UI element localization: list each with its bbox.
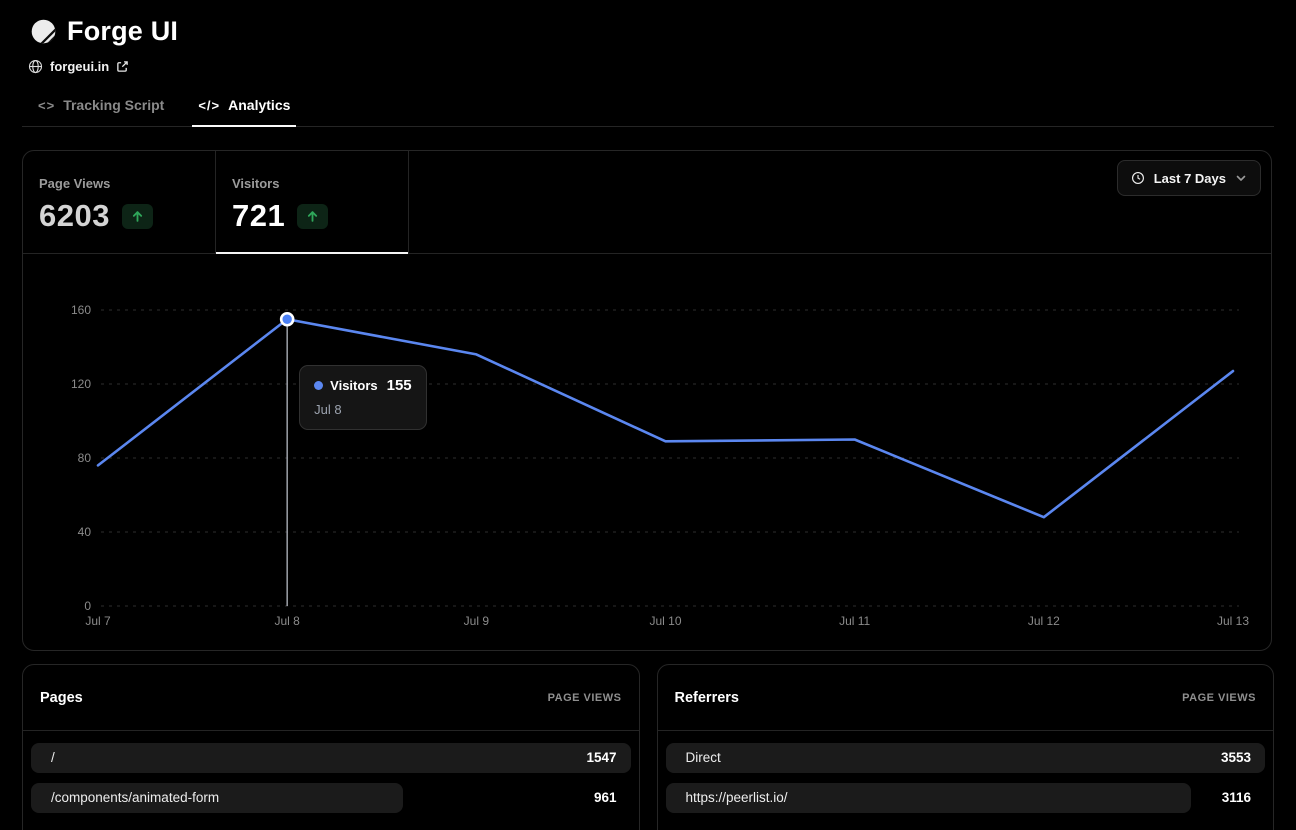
row-label: Direct bbox=[686, 743, 721, 773]
tab-bar: <> Tracking Script </> Analytics bbox=[22, 97, 1274, 127]
row-value: 1547 bbox=[586, 743, 616, 773]
row-value: 3116 bbox=[1222, 783, 1251, 813]
row-bar bbox=[666, 743, 1266, 773]
pages-card-header: Pages PAGE VIEWS bbox=[23, 665, 639, 731]
svg-text:Jul 9: Jul 9 bbox=[464, 614, 490, 628]
svg-text:160: 160 bbox=[71, 303, 91, 317]
trend-up-badge bbox=[122, 204, 153, 229]
table-row: / 1547 bbox=[31, 743, 631, 773]
website-name: forgeui.in bbox=[50, 59, 109, 74]
pages-list: / 1547/components/animated-form 961 bbox=[23, 731, 639, 813]
forge-ui-logo-icon bbox=[30, 18, 57, 45]
svg-text:Jul 7: Jul 7 bbox=[85, 614, 111, 628]
table-row: Direct 3553 bbox=[666, 743, 1266, 773]
svg-text:Jul 10: Jul 10 bbox=[649, 614, 681, 628]
stats-header: Page Views 6203 Visitors 721 bbox=[23, 151, 1271, 254]
column-header: PAGE VIEWS bbox=[1182, 692, 1256, 704]
row-label: /components/animated-form bbox=[51, 783, 219, 813]
date-range-dropdown[interactable]: Last 7 Days bbox=[1117, 160, 1261, 196]
tab-label: Tracking Script bbox=[63, 97, 164, 113]
tab-tracking-script[interactable]: <> Tracking Script bbox=[38, 97, 164, 126]
row-bar bbox=[31, 743, 631, 773]
website-link[interactable]: forgeui.in bbox=[22, 57, 1274, 75]
date-range-label: Last 7 Days bbox=[1154, 171, 1226, 186]
tab-analytics[interactable]: </> Analytics bbox=[198, 97, 290, 126]
chart-canvas[interactable]: 0 40 80 120 160 Jul 7 Jul 8 Jul 9 Jul 10 Jul 11 Ju… bbox=[23, 254, 1271, 651]
column-header: PAGE VIEWS bbox=[548, 692, 622, 704]
svg-text:80: 80 bbox=[78, 451, 92, 465]
stat-visitors[interactable]: Visitors 721 bbox=[216, 151, 409, 253]
svg-text:Jul 11: Jul 11 bbox=[839, 614, 870, 628]
trend-up-badge bbox=[297, 204, 328, 229]
globe-icon bbox=[28, 59, 43, 74]
stat-label: Page Views bbox=[39, 176, 199, 191]
pages-card: Pages PAGE VIEWS / 1547/components/animat… bbox=[22, 664, 640, 830]
analytics-card: Page Views 6203 Visitors 721 bbox=[22, 150, 1272, 651]
page-title: Forge UI bbox=[67, 16, 178, 47]
code-icon: <> bbox=[38, 98, 55, 113]
referrers-card-header: Referrers PAGE VIEWS bbox=[658, 665, 1274, 731]
card-title: Pages bbox=[40, 690, 83, 706]
row-value: 3553 bbox=[1221, 743, 1251, 773]
table-row: /components/animated-form 961 bbox=[31, 783, 631, 813]
svg-text:0: 0 bbox=[84, 599, 91, 613]
stat-label: Visitors bbox=[232, 176, 392, 191]
stat-value: 721 bbox=[232, 198, 285, 234]
row-value: 961 bbox=[594, 783, 617, 813]
clock-icon bbox=[1131, 171, 1145, 185]
arrow-up-icon bbox=[131, 210, 144, 223]
arrow-up-icon bbox=[306, 210, 319, 223]
svg-text:Jul 13: Jul 13 bbox=[1217, 614, 1249, 628]
chevron-down-icon bbox=[1235, 172, 1247, 184]
tab-label: Analytics bbox=[228, 97, 290, 113]
row-label: https://peerlist.io/ bbox=[686, 783, 788, 813]
card-title: Referrers bbox=[675, 690, 740, 706]
stat-page-views[interactable]: Page Views 6203 bbox=[23, 151, 216, 253]
svg-text:Jul 8: Jul 8 bbox=[274, 614, 300, 628]
referrers-list: Direct 3553 https://peerlist.io/3116 bbox=[658, 731, 1274, 813]
app-header: Forge UI bbox=[22, 12, 1274, 50]
external-link-icon bbox=[116, 60, 129, 73]
analytics-page: Forge UI forgeui.in <> Tracking Script <… bbox=[0, 0, 1296, 830]
row-label: / bbox=[51, 743, 55, 773]
bottom-cards-row: Pages PAGE VIEWS / 1547/components/animat… bbox=[22, 664, 1274, 830]
referrers-card: Referrers PAGE VIEWS Direct 3553 https://p… bbox=[657, 664, 1275, 830]
visitors-line-chart[interactable]: 0 40 80 120 160 Jul 7 Jul 8 Jul 9 Jul 10 Jul 11 Ju… bbox=[23, 254, 1271, 651]
table-row: https://peerlist.io/3116 bbox=[666, 783, 1266, 813]
svg-text:40: 40 bbox=[78, 525, 92, 539]
stat-value: 6203 bbox=[39, 198, 110, 234]
svg-text:Jul 12: Jul 12 bbox=[1028, 614, 1060, 628]
code-slash-icon: </> bbox=[198, 98, 220, 113]
svg-text:120: 120 bbox=[71, 377, 91, 391]
